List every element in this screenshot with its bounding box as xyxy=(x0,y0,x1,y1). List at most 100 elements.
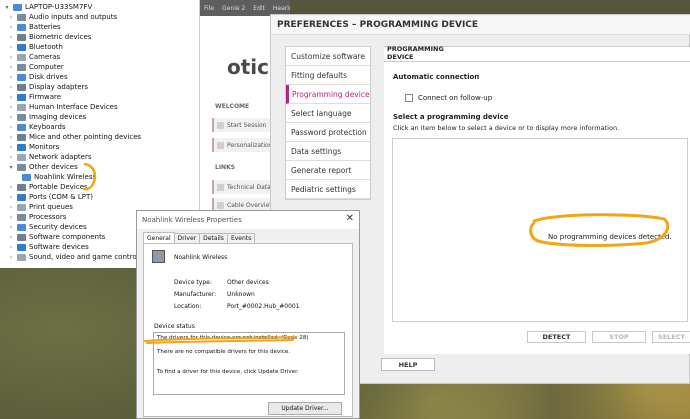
tree-item-monitors[interactable]: › Monitors xyxy=(8,142,59,152)
tree-item-biometric-devices[interactable]: › Biometric devices xyxy=(8,32,92,42)
tree-item-security-devices[interactable]: › Security devices xyxy=(8,222,87,232)
chevron-right-icon[interactable]: › xyxy=(8,44,14,51)
tree-item-label: Disk drives xyxy=(29,73,68,81)
imaging-devices-icon xyxy=(17,113,26,121)
stop-button[interactable]: STOP xyxy=(592,331,646,343)
menu-item-password-protection[interactable]: Password protection xyxy=(286,123,370,142)
tree-item-print-queues[interactable]: › Print queues xyxy=(8,202,73,212)
chevron-right-icon[interactable]: › xyxy=(8,124,14,131)
tree-item-firmware[interactable]: › Firmware xyxy=(8,92,61,102)
tree-item-bluetooth[interactable]: › Bluetooth xyxy=(8,42,63,52)
menu-item-pediatric-settings[interactable]: Pediatric settings xyxy=(286,180,370,199)
chevron-right-icon[interactable]: › xyxy=(8,254,14,261)
cable-icon xyxy=(217,201,224,209)
menu-item-programming-device[interactable]: Programming device xyxy=(286,85,370,104)
general-tab-content: Noahlink Wireless Device type: Other dev… xyxy=(143,243,353,417)
tree-item-label: Software components xyxy=(29,233,106,241)
chevron-right-icon[interactable]: › xyxy=(8,214,14,221)
chevron-right-icon[interactable]: › xyxy=(8,154,14,161)
processors-icon xyxy=(17,213,26,221)
annotation-hook xyxy=(83,162,97,191)
tree-item-display-adapters[interactable]: › Display adapters xyxy=(8,82,88,92)
mice-and-other-pointing-devices-icon xyxy=(17,133,26,141)
tree-item-label: Audio inputs and outputs xyxy=(29,13,118,21)
annotation-underline xyxy=(144,336,297,344)
chevron-right-icon[interactable]: › xyxy=(8,74,14,81)
tab-programming-device[interactable]: PROGRAMMING DEVICE xyxy=(384,45,469,61)
tree-item-label: Software devices xyxy=(29,243,89,251)
tree-item-label: Mice and other pointing devices xyxy=(29,133,142,141)
tree-item-label: Sound, video and game controllers xyxy=(29,253,152,261)
tree-item-computer[interactable]: › Computer xyxy=(8,62,64,72)
links-section-title: LINKS xyxy=(215,164,236,171)
menu-item-data-settings[interactable]: Data settings xyxy=(286,142,370,161)
chevron-right-icon[interactable]: › xyxy=(8,224,14,231)
cameras-icon xyxy=(17,53,26,61)
chevron-right-icon[interactable]: › xyxy=(8,194,14,201)
app-menu-edit[interactable]: Edit xyxy=(253,5,265,12)
noahlink-wireless-icon xyxy=(22,173,31,181)
ports-com-lpt-icon xyxy=(17,193,26,201)
personalization-icon xyxy=(217,141,224,149)
chevron-right-icon[interactable]: › xyxy=(8,94,14,101)
auto-connection-title: Automatic connection xyxy=(393,73,480,81)
chevron-right-icon[interactable]: › xyxy=(8,244,14,251)
chevron-right-icon[interactable]: › xyxy=(8,54,14,61)
tree-item-ports-com-lpt[interactable]: › Ports (COM & LPT) xyxy=(8,192,93,202)
chevron-right-icon[interactable]: › xyxy=(8,184,14,191)
tree-item-software-devices[interactable]: › Software devices xyxy=(8,242,89,252)
chevron-right-icon[interactable]: › xyxy=(8,144,14,151)
tree-item-label: Batteries xyxy=(29,23,61,31)
tree-item-audio-inputs-and-outputs[interactable]: › Audio inputs and outputs xyxy=(8,12,117,22)
tree-root[interactable]: ▾ LAPTOP-U33SM7FV xyxy=(4,2,92,12)
app-menu-file[interactable]: File xyxy=(204,5,214,12)
tab-details[interactable]: Details xyxy=(199,233,228,243)
tree-item-portable-devices[interactable]: › Portable Devices xyxy=(8,182,88,192)
help-button[interactable]: HELP xyxy=(381,358,435,371)
device-type-label: Device type: xyxy=(174,279,212,286)
tree-item-software-components[interactable]: › Software components xyxy=(8,232,106,242)
tree-item-other-devices[interactable]: ▾ Other devices xyxy=(8,162,77,172)
tree-item-cameras[interactable]: › Cameras xyxy=(8,52,60,62)
chevron-right-icon[interactable]: › xyxy=(8,14,14,21)
chevron-right-icon[interactable]: › xyxy=(8,24,14,31)
chevron-right-icon[interactable]: › xyxy=(8,134,14,141)
tree-item-processors[interactable]: › Processors xyxy=(8,212,67,222)
chevron-right-icon[interactable]: › xyxy=(8,34,14,41)
menu-item-generate-report[interactable]: Generate report xyxy=(286,161,370,180)
tree-item-label: Bluetooth xyxy=(29,43,63,51)
tab-general[interactable]: General xyxy=(143,232,175,243)
chevron-right-icon[interactable]: › xyxy=(8,84,14,91)
chevron-right-icon[interactable]: › xyxy=(8,104,14,111)
select-button[interactable]: SELECT xyxy=(652,331,690,343)
tree-item-mice-and-other-pointing-devices[interactable]: › Mice and other pointing devices xyxy=(8,132,141,142)
connect-on-follow-up-checkbox[interactable] xyxy=(405,94,413,102)
select-device-hint: Click an item below to select a device o… xyxy=(393,124,620,132)
detect-button[interactable]: DETECT xyxy=(527,331,586,343)
chevron-right-icon[interactable]: › xyxy=(8,234,14,241)
tree-item-network-adapters[interactable]: › Network adapters xyxy=(8,152,92,162)
app-menu-genie-2[interactable]: Genie 2 xyxy=(222,5,245,12)
close-icon[interactable]: ✕ xyxy=(346,213,354,224)
menu-item-fitting-defaults[interactable]: Fitting defaults xyxy=(286,66,370,85)
tree-item-disk-drives[interactable]: › Disk drives xyxy=(8,72,68,82)
tab-events[interactable]: Events xyxy=(226,233,256,243)
tree-item-sound-video-and-game-controllers[interactable]: › Sound, video and game controllers xyxy=(8,252,152,262)
tab-driver[interactable]: Driver xyxy=(173,233,201,243)
chevron-right-icon[interactable]: › xyxy=(8,114,14,121)
sound-video-and-game-controllers-icon xyxy=(17,253,26,261)
tree-item-label: Biometric devices xyxy=(29,33,92,41)
tree-item-human-interface-devices[interactable]: › Human Interface Devices xyxy=(8,102,118,112)
update-driver-button[interactable]: Update Driver... xyxy=(268,402,342,415)
app-menu-hearing-instrument[interactable]: Hearing Instrument xyxy=(273,5,290,12)
chevron-right-icon[interactable]: › xyxy=(8,64,14,71)
chevron-right-icon[interactable]: › xyxy=(8,204,14,211)
human-interface-devices-icon xyxy=(17,103,26,111)
chevron-down-icon[interactable]: ▾ xyxy=(4,4,10,11)
menu-item-select-language[interactable]: Select language xyxy=(286,104,370,123)
tree-item-keyboards[interactable]: › Keyboards xyxy=(8,122,66,132)
chevron-down-icon[interactable]: ▾ xyxy=(8,164,14,171)
menu-item-customize-software[interactable]: Customize software xyxy=(286,47,370,66)
tree-item-batteries[interactable]: › Batteries xyxy=(8,22,61,32)
tree-item-imaging-devices[interactable]: › Imaging devices xyxy=(8,112,87,122)
